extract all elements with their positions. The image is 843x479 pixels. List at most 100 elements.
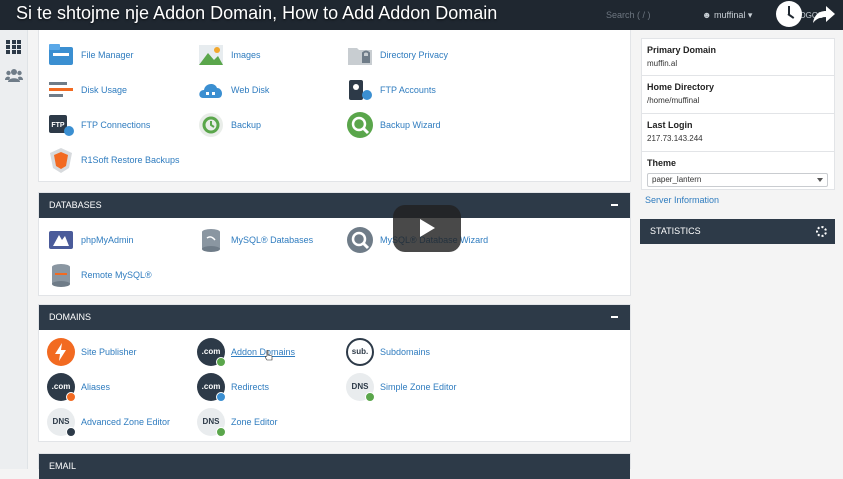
images-link[interactable]: Images <box>197 40 261 70</box>
images-label: Images <box>231 50 261 60</box>
ftp-accounts-icon <box>349 80 372 100</box>
ftp-accounts-label: FTP Accounts <box>380 85 436 95</box>
ftp-connections-icon: FTP <box>49 115 74 136</box>
redirects-label: Redirects <box>231 382 270 392</box>
ftp-connections-link[interactable]: FTP FTP Connections <box>47 110 150 140</box>
domains-panel: DOMAINS Site Publisher .com Addon Domain… <box>38 304 631 442</box>
files-panel: File Manager Images Directory Privacy Di… <box>38 30 631 182</box>
theme-label: Theme <box>647 158 677 168</box>
video-title-bar: Si te shtojme nje Addon Domain, How to A… <box>0 0 843 30</box>
primary-domain-card: Primary Domain muffin.al <box>641 38 835 76</box>
mysql-databases-link[interactable]: MySQL® Databases <box>197 225 313 255</box>
addon-domains-label: Addon Domains <box>231 347 296 357</box>
disk-usage-link[interactable]: Disk Usage <box>47 75 127 105</box>
statistics-panel-header[interactable]: STATISTICS <box>640 219 835 244</box>
r1soft-label: R1Soft Restore Backups <box>81 155 180 165</box>
databases-panel-header[interactable]: DATABASES <box>39 193 630 218</box>
statistics-heading: STATISTICS <box>650 226 701 236</box>
advanced-zone-editor-label: Advanced Zone Editor <box>81 417 171 427</box>
r1soft-link[interactable]: R1Soft Restore Backups <box>47 145 180 175</box>
svg-text:FTP: FTP <box>51 122 65 129</box>
site-publisher-icon <box>47 338 75 366</box>
share-icon[interactable] <box>812 4 836 24</box>
redirects-icon: .com <box>197 373 226 402</box>
mysql-databases-icon <box>202 229 220 252</box>
backup-wizard-link[interactable]: Backup Wizard <box>346 110 441 140</box>
file-manager-link[interactable]: File Manager <box>47 40 134 70</box>
email-panel-header[interactable]: EMAIL <box>39 454 630 479</box>
phpmyadmin-link[interactable]: phpMyAdmin <box>47 225 134 255</box>
databases-heading: DATABASES <box>49 200 102 210</box>
remote-mysql-label: Remote MySQL® <box>81 270 152 280</box>
mysql-databases-label: MySQL® Databases <box>231 235 314 245</box>
home-grid-icon[interactable] <box>6 40 22 54</box>
aliases-link[interactable]: .com Aliases <box>47 372 110 402</box>
directory-privacy-label: Directory Privacy <box>380 50 449 60</box>
simple-zone-editor-link[interactable]: DNS Simple Zone Editor <box>346 372 457 402</box>
backup-link[interactable]: Backup <box>197 110 261 140</box>
subdomains-badge: sub. <box>351 347 369 356</box>
images-icon <box>199 45 223 65</box>
web-disk-icon <box>199 84 223 98</box>
watch-later-icon[interactable] <box>776 1 802 27</box>
site-publisher-link[interactable]: Site Publisher <box>47 337 137 367</box>
home-directory-value: /home/muffinal <box>647 96 700 105</box>
hand-cursor-icon <box>265 350 273 361</box>
subdomains-link[interactable]: sub. Subdomains <box>346 337 430 367</box>
subdomains-icon: sub. <box>346 338 374 366</box>
aliases-label: Aliases <box>81 382 111 392</box>
zone-editor-link[interactable]: DNS Zone Editor <box>197 407 278 437</box>
advanced-zone-editor-link[interactable]: DNS Advanced Zone Editor <box>47 407 170 437</box>
web-disk-label: Web Disk <box>231 85 270 95</box>
directory-privacy-icon <box>348 48 372 65</box>
subdomains-label: Subdomains <box>380 347 431 357</box>
home-directory-label: Home Directory <box>647 82 715 92</box>
chevron-down-icon <box>817 178 823 182</box>
email-heading: EMAIL <box>49 461 77 471</box>
ftp-accounts-link[interactable]: FTP Accounts <box>346 75 436 105</box>
simple-zone-editor-icon: DNS <box>346 373 375 402</box>
video-title[interactable]: Si te shtojme nje Addon Domain, How to A… <box>16 3 497 24</box>
zone-editor-icon: DNS <box>197 408 226 437</box>
simple-zone-editor-label: Simple Zone Editor <box>380 382 457 392</box>
ftp-connections-label: FTP Connections <box>81 120 151 130</box>
site-publisher-label: Site Publisher <box>81 347 137 357</box>
users-icon[interactable] <box>5 68 23 82</box>
zone-editor-label: Zone Editor <box>231 417 278 427</box>
phpmyadmin-label: phpMyAdmin <box>81 235 134 245</box>
play-button[interactable] <box>393 205 461 252</box>
domains-heading: DOMAINS <box>49 312 92 322</box>
web-disk-link[interactable]: Web Disk <box>197 75 269 105</box>
addon-domains-link[interactable]: .com Addon Domains <box>197 337 295 367</box>
theme-select[interactable]: paper_lantern <box>647 173 828 187</box>
file-manager-icon <box>49 44 73 65</box>
search-input[interactable]: Search ( / ) <box>606 10 651 20</box>
home-directory-card: Home Directory /home/muffinal <box>641 76 835 114</box>
collapse-icon[interactable] <box>611 204 618 206</box>
loading-spinner-icon <box>816 226 827 237</box>
last-login-value: 217.73.143.244 <box>647 134 703 143</box>
remote-mysql-link[interactable]: Remote MySQL® <box>47 260 152 290</box>
theme-card: Theme paper_lantern <box>641 152 835 190</box>
last-login-card: Last Login 217.73.143.244 <box>641 114 835 152</box>
backup-wizard-icon <box>347 112 373 138</box>
domains-panel-header[interactable]: DOMAINS <box>39 305 630 330</box>
redirects-link[interactable]: .com Redirects <box>197 372 269 402</box>
directory-privacy-link[interactable]: Directory Privacy <box>346 40 448 70</box>
server-information-link[interactable]: Server Information <box>645 195 719 205</box>
collapse-icon[interactable] <box>611 316 618 318</box>
last-login-label: Last Login <box>647 120 693 130</box>
backup-wizard-label: Backup Wizard <box>380 120 441 130</box>
disk-usage-label: Disk Usage <box>81 85 128 95</box>
username: muffinal <box>713 10 746 20</box>
email-panel: EMAIL <box>38 453 631 479</box>
disk-usage-icon <box>49 82 73 97</box>
remote-mysql-icon <box>52 264 70 287</box>
addon-domains-icon: .com <box>197 338 226 367</box>
play-icon <box>420 219 435 237</box>
databases-panel: DATABASES phpMyAdmin MySQL® Databases My… <box>38 192 631 296</box>
user-menu[interactable]: ☻ muffinal ▾ <box>702 10 752 21</box>
backup-label: Backup <box>231 120 262 130</box>
file-manager-label: File Manager <box>81 50 134 60</box>
backup-icon <box>199 113 223 137</box>
